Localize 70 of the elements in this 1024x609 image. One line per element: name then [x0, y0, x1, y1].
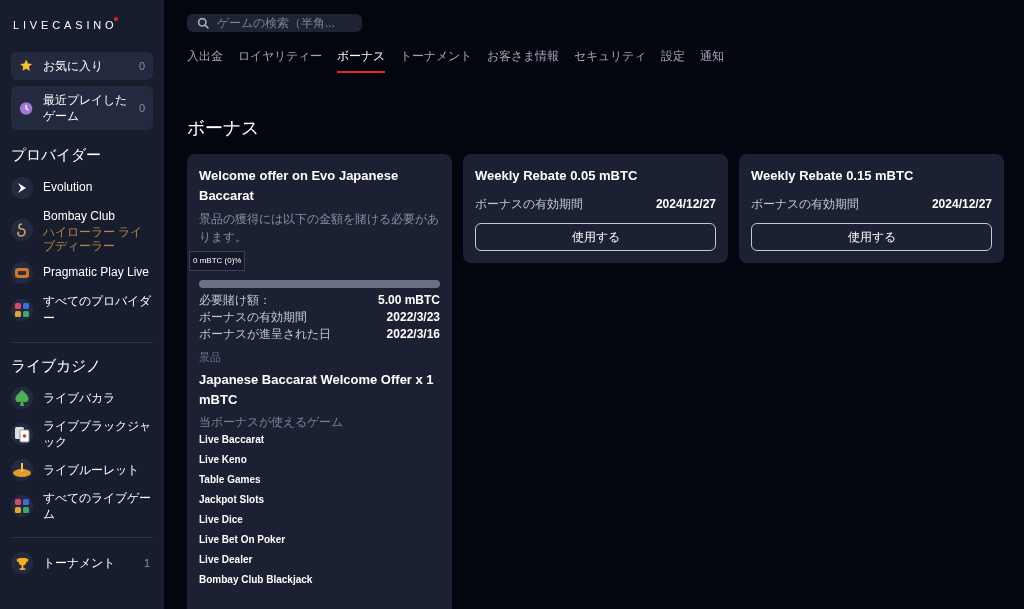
sidebar-item-label: お気に入り — [43, 57, 105, 74]
item-count: 1 — [143, 555, 150, 571]
game-name: Jackpot Slots — [199, 492, 266, 507]
games-label: 当ボーナスが使えるゲーム — [199, 413, 344, 430]
live-game-item[interactable]: ライブバカラ — [11, 387, 153, 409]
provider-subtitle: ハイローラー ライブディーラー — [43, 224, 144, 253]
game-name: Live Bet On Poker — [199, 532, 287, 547]
logo[interactable]: LIVECASINO — [13, 17, 118, 34]
live-game-item[interactable]: すべてのライブゲーム — [11, 490, 153, 522]
clock-icon — [19, 100, 34, 116]
card-title: Weekly Rebate 0.05 mBTC — [475, 167, 639, 185]
prize-label: 景品 — [199, 350, 222, 365]
sidebar-item-label: トーナメント — [43, 555, 115, 572]
provider-item[interactable]: Bombay Club ハイローラー ライブディーラー — [11, 207, 153, 253]
provider-item[interactable]: すべてのプロバイダー — [11, 292, 153, 327]
detail-label: ボーナスが進呈された日 — [199, 326, 331, 343]
detail-value: 2022/3/23 — [386, 309, 440, 326]
provider-item[interactable]: Evolution — [11, 176, 153, 199]
tab[interactable]: トーナメント — [400, 47, 472, 73]
search-icon — [197, 16, 210, 30]
game-name: Live Dealer — [199, 552, 254, 567]
provider-label: Bombay Club — [43, 207, 117, 225]
live-game-label: すべてのライブゲーム — [43, 490, 151, 522]
sidebar-quick-item[interactable]: お気に入り 0 — [11, 51, 153, 80]
tournament-item[interactable]: トーナメント 1 — [11, 552, 153, 574]
card-title: Weekly Rebate 0.15 mBTC — [751, 167, 915, 185]
provider-label: Evolution — [43, 179, 94, 196]
game-name: Live Dice — [199, 512, 244, 527]
game-name: Live Keno — [199, 452, 248, 467]
provider-label: Pragmatic Play Live — [43, 264, 151, 281]
section-heading: プロバイダー — [11, 145, 102, 165]
chevron-logo-icon — [16, 181, 28, 194]
use-button[interactable]: 使用する — [751, 223, 992, 251]
tab[interactable]: 入出金 — [187, 47, 223, 73]
live-game-label: ライブバカラ — [43, 390, 116, 406]
sidebar-item-label: 最近プレイしたゲーム — [43, 92, 129, 124]
live-game-label: ライブブラックジャック — [43, 418, 151, 450]
tab[interactable]: ボーナス — [337, 47, 385, 73]
provider-item[interactable]: Pragmatic Play Live — [11, 261, 153, 284]
tab[interactable]: 通知 — [700, 47, 724, 73]
detail-value: 2024/12/27 — [931, 196, 992, 213]
use-button[interactable]: 使用する — [475, 223, 716, 251]
game-name: Table Games — [199, 472, 262, 487]
progress-label: 0 mBTC (0)% — [189, 251, 246, 271]
tab[interactable]: お客さま情報 — [487, 47, 559, 73]
card-title: Welcome offer on Evo Japanese Baccarat — [199, 167, 400, 205]
tab[interactable]: 設定 — [661, 47, 685, 73]
section-heading: ライブカジノ — [11, 355, 102, 376]
card-description: 景品の獲得には以下の金額を賭ける必要があります。 — [199, 211, 440, 246]
item-count: 0 — [138, 100, 145, 116]
detail-value: 2022/3/16 — [386, 326, 440, 343]
detail-label: ボーナスの有効期間 — [751, 196, 859, 213]
game-name: Bombay Club Blackjack — [199, 572, 314, 587]
detail-label: 必要賭け額： — [199, 292, 271, 309]
live-game-item[interactable]: ライブルーレット — [11, 459, 153, 481]
detail-label: ボーナスの有効期間 — [475, 196, 583, 213]
tab[interactable]: セキュリティ — [574, 47, 646, 73]
tab[interactable]: ロイヤリティー — [238, 47, 322, 73]
live-game-label: ライブルーレット — [43, 462, 140, 478]
page-title: ボーナス — [187, 117, 260, 140]
prize-name: Japanese Baccarat Welcome Offer x 1 mBTC — [199, 370, 435, 409]
detail-value: 2024/12/27 — [655, 196, 716, 213]
item-count: 0 — [138, 58, 145, 74]
detail-value: 5.00 mBTC — [377, 292, 440, 309]
game-name: Live Baccarat — [199, 432, 266, 447]
search-field[interactable]: ゲームの検索（半角... — [187, 14, 362, 32]
star-icon — [19, 58, 34, 74]
detail-label: ボーナスの有効期間 — [199, 309, 307, 326]
provider-label: すべてのプロバイダー — [43, 292, 151, 327]
live-game-item[interactable]: ライブブラックジャック — [11, 418, 153, 450]
